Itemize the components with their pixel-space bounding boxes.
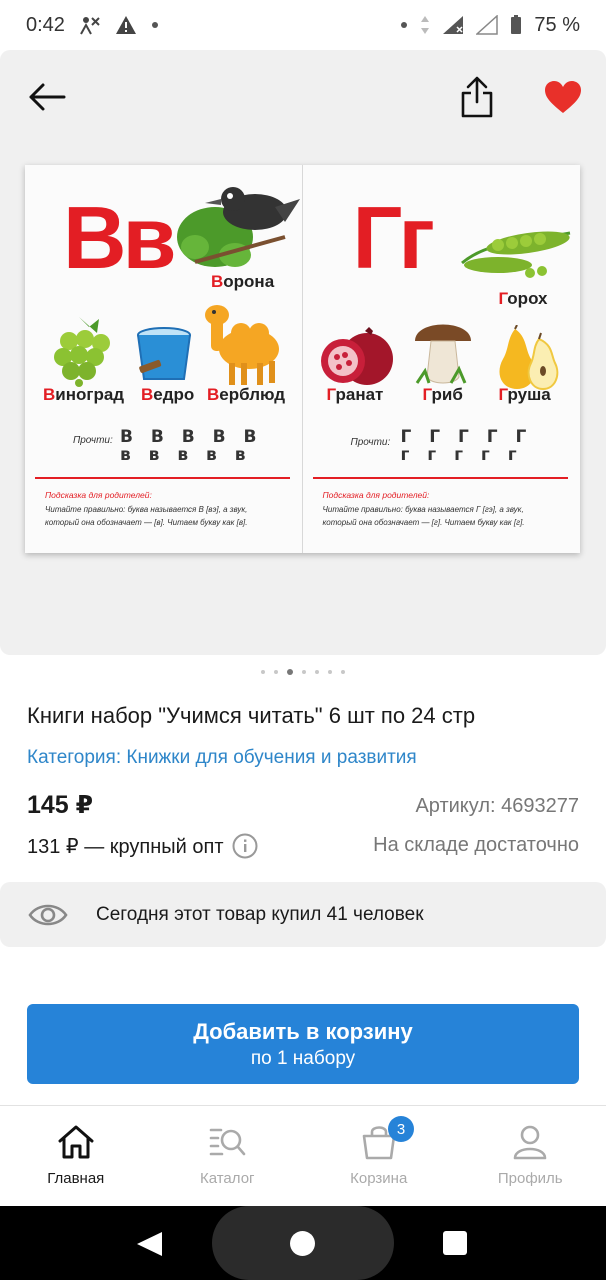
carousel-dot[interactable] [261,670,265,674]
share-button[interactable] [452,72,502,122]
camel-icon [205,305,279,385]
hint-title: Подсказка для родителей: [322,490,430,500]
product-title: Книги набор "Учимся читать" 6 шт по 24 с… [27,703,476,728]
mushroom-icon [414,324,471,384]
divider [312,477,568,479]
word-3: Верблюд [207,385,286,404]
word-2: Гриб [422,385,463,404]
word-1: Виноград [43,385,125,404]
carousel-dot-active[interactable] [287,669,293,675]
hint-line-2: который она обозначает — [в]. Читаем бук… [45,518,248,527]
share-icon [461,76,493,118]
read-row-1: В В В В В [120,427,263,447]
word-2: Ведро [141,385,195,404]
product-article: Артикул: 4693277 [415,795,579,817]
system-home-icon[interactable] [290,1231,315,1256]
grapes-icon [54,317,110,387]
accessibility-icon [79,15,101,35]
nav-home-label: Главная [47,1170,105,1187]
notification-dot-icon [400,21,408,29]
nav-profile-label: Профиль [497,1170,563,1187]
bottom-navigation: Главная Каталог 3 Корзина Профиль [0,1105,606,1206]
add-to-cart-button[interactable]: Добавить в корзину по 1 набору [27,1004,579,1084]
pomegranate-icon [320,327,393,385]
arrow-left-icon [29,83,66,111]
word-top: Ворона [211,272,275,291]
notification-dot-icon [151,21,159,29]
product-price: 145 ₽ [27,791,94,819]
word-top: Горох [498,289,548,308]
battery-icon [510,15,522,35]
battery-level: 75 % [534,13,580,36]
signal-icon [442,15,464,35]
profile-icon [513,1125,547,1160]
cart-count-badge: 3 [388,1116,414,1142]
word-3: Груша [498,385,551,404]
add-to-cart-quantity: по 1 набору [250,1047,356,1069]
read-label: Прочти: [350,437,391,448]
product-gallery[interactable]: Вв Ворона Виноград Ведро Верблюд Прочти:… [0,50,606,655]
delivery-info-partial [27,972,587,984]
eye-icon [26,901,70,929]
status-bar: 0:42 75 % [0,0,606,50]
warning-icon [115,15,137,35]
category-link[interactable]: Категория: Книжки для обучения и развити… [27,747,417,769]
word-1: Гранат [326,385,384,404]
back-button[interactable] [22,72,72,122]
hint-line-1: Читайте правильно: буква называется В [в… [45,505,248,514]
big-letter: Гг [352,188,436,287]
system-back-icon[interactable] [134,1230,164,1258]
nav-home[interactable]: Главная [0,1106,152,1206]
peas-icon [460,231,570,278]
carousel-dot[interactable] [302,670,306,674]
signal-empty-icon [476,15,499,35]
nav-catalog[interactable]: Каталог [152,1106,304,1206]
hint-title: Подсказка для родителей: [45,490,152,500]
home-icon [58,1125,94,1159]
nav-cart[interactable]: 3 Корзина [303,1106,455,1206]
carousel-dot[interactable] [328,670,332,674]
read-label: Прочти: [73,435,113,446]
carousel-dot[interactable] [274,670,278,674]
carousel-dots [0,669,606,675]
status-time: 0:42 [26,13,65,36]
wholesale-price-text: 131 ₽ — крупный опт [27,835,224,858]
book-page-left: Вв Ворона Виноград Ведро Верблюд Прочти:… [25,165,303,553]
system-recents-icon[interactable] [443,1231,467,1255]
catalog-search-icon [209,1128,246,1156]
carousel-dot[interactable] [341,670,345,674]
data-transfer-icon [420,15,430,35]
bought-today-text: Сегодня этот товар купил 41 человек [96,903,424,925]
product-image[interactable]: Вв Ворона Виноград Ведро Верблюд Прочти:… [25,165,580,553]
divider [35,477,290,479]
favorite-button[interactable] [538,72,588,122]
carousel-dot[interactable] [315,670,319,674]
nav-catalog-label: Каталог [199,1170,255,1187]
wholesale-price: 131 ₽ — крупный опт [27,833,258,859]
add-to-cart-label: Добавить в корзину [193,1018,413,1044]
hint-line-1: Читайте правильно: буква называется Г [г… [322,505,524,514]
crow-icon [177,187,300,267]
stock-status: На складе достаточно [373,834,579,856]
nav-cart-label: Корзина [350,1170,408,1187]
heart-icon [545,81,581,113]
read-row-1: Г Г Г Г Г [400,427,533,447]
read-row-2: в в в в в [120,445,252,465]
pear-icon [498,325,558,391]
book-page-right: Гг Горох Гранат Гриб Груша Прочти: Г Г Г… [303,165,581,553]
bucket-icon [137,327,191,380]
system-navigation-bar [0,1206,606,1280]
bought-today-banner: Сегодня этот товар купил 41 человек [0,882,606,947]
big-letter: Вв [63,188,177,287]
info-icon[interactable] [232,833,258,859]
hint-line-2: который она обозначает — [г]. Читаем бук… [322,518,525,527]
read-row-2: г г г г г [400,445,523,465]
nav-profile[interactable]: Профиль [455,1106,606,1206]
